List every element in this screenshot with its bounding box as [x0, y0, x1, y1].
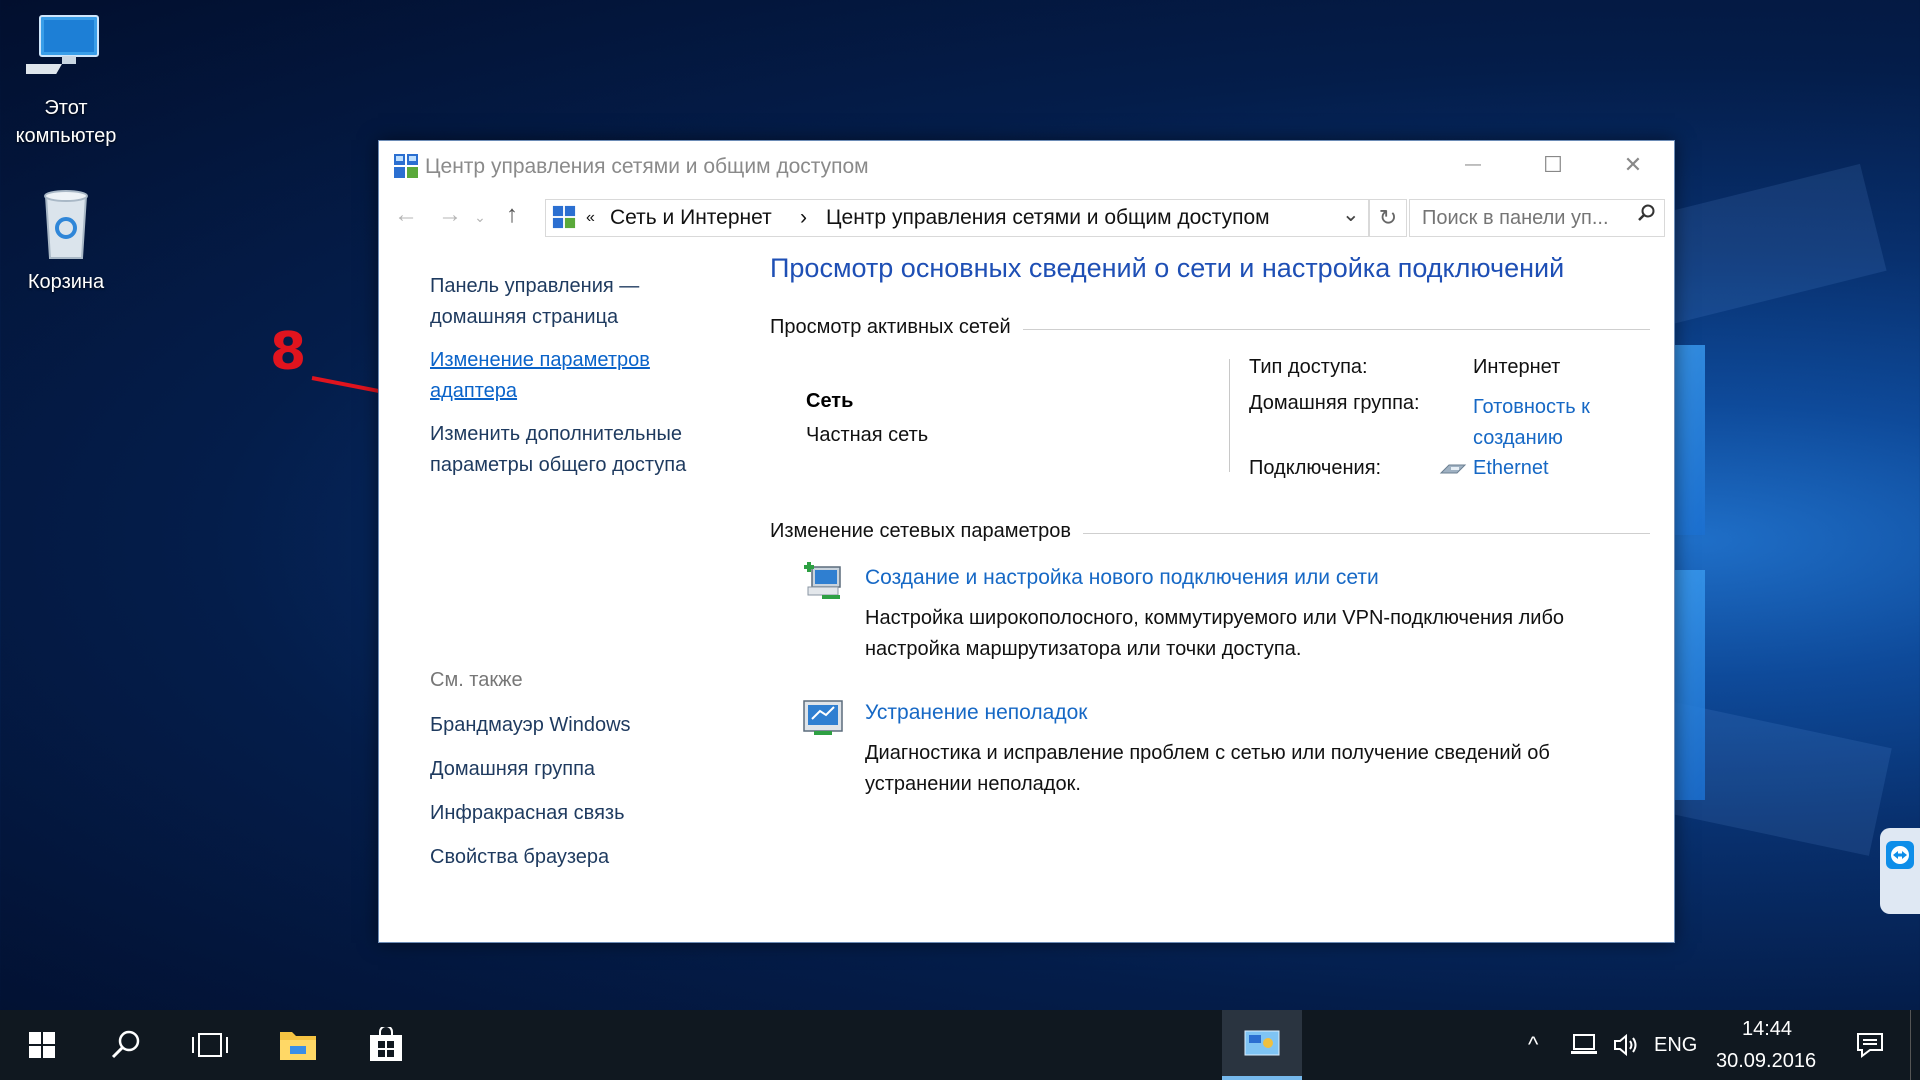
- new-connection-link[interactable]: Создание и настройка нового подключения …: [865, 566, 1379, 590]
- annotation-number: 8: [270, 322, 307, 382]
- link-line: домашняя страница: [430, 306, 619, 328]
- teamviewer-side-tab[interactable]: [1880, 828, 1920, 914]
- breadcrumb-network-center[interactable]: Центр управления сетями и общим доступом: [826, 206, 1270, 230]
- active-networks-heading: Просмотр активных сетей: [770, 316, 1023, 339]
- link-line: Готовность к: [1473, 396, 1590, 418]
- store-button[interactable]: [346, 1010, 426, 1080]
- windows-logo-pane: [1673, 570, 1705, 800]
- new-connection-description: Настройка широкополосного, коммутируемог…: [865, 607, 1565, 660]
- clock-time[interactable]: 14:44: [1742, 1018, 1792, 1041]
- tray-overflow-chevron[interactable]: ^: [1528, 1032, 1538, 1058]
- network-tray-button[interactable]: [1562, 1010, 1606, 1080]
- task-view-button[interactable]: [170, 1010, 250, 1080]
- desktop-icon-label: компьютер: [15, 125, 117, 147]
- breadcrumb-network-internet[interactable]: Сеть и Интернет: [610, 206, 772, 230]
- input-language-indicator[interactable]: ENG: [1654, 1034, 1697, 1057]
- vertical-divider: [1229, 359, 1230, 472]
- search-field[interactable]: [1409, 199, 1665, 237]
- link-line: созданию: [1473, 427, 1563, 449]
- forward-arrow-icon[interactable]: →: [435, 201, 465, 229]
- speaker-icon: [1614, 1033, 1637, 1057]
- desktop-icon-this-pc[interactable]: Этот компьютер: [6, 12, 126, 150]
- ethernet-icon: [1439, 459, 1467, 484]
- search-icon: [111, 1030, 140, 1059]
- teamviewer-icon: [1886, 841, 1914, 869]
- search-button[interactable]: [86, 1010, 166, 1080]
- taskbar: ^ ENG 14:44 30.09.2016: [0, 1010, 1920, 1080]
- clock-date[interactable]: 30.09.2016: [1716, 1050, 1816, 1073]
- desktop-icon-label: Этот: [44, 97, 88, 119]
- recycle-bin-icon: [26, 186, 106, 262]
- windows-start-icon: [29, 1032, 55, 1058]
- homegroup-ready-link[interactable]: Готовность к созданию: [1473, 392, 1590, 454]
- new-connection-icon: [802, 561, 844, 603]
- homegroup-link[interactable]: Домашняя группа: [430, 754, 720, 785]
- back-arrow-icon[interactable]: ←: [391, 201, 421, 229]
- troubleshoot-icon: [802, 697, 844, 739]
- folder-icon: [280, 1032, 316, 1060]
- windows-logo-pane: [1673, 345, 1705, 535]
- advanced-sharing-settings-link[interactable]: Изменить дополнительные параметры общего…: [430, 419, 720, 481]
- page-title: Просмотр основных сведений о сети и наст…: [770, 253, 1565, 283]
- file-explorer-button[interactable]: [258, 1010, 338, 1080]
- link-line: Панель управления —: [430, 275, 640, 297]
- access-type-value: Интернет: [1473, 356, 1561, 378]
- left-navigation-pane: Панель управления — домашняя страница Из…: [430, 271, 720, 885]
- maximize-button[interactable]: ☐: [1513, 141, 1593, 189]
- network-tray-icon: [1571, 1034, 1597, 1054]
- desktop-icon-label: Корзина: [27, 271, 105, 293]
- up-arrow-icon[interactable]: ↑: [497, 201, 527, 229]
- store-icon: [370, 1027, 402, 1061]
- desktop-icon-recycle-bin[interactable]: Корзина: [6, 186, 126, 296]
- window-title: Центр управления сетями и общим доступом: [425, 155, 869, 178]
- network-type: Частная сеть: [806, 424, 929, 446]
- chevron-down-icon[interactable]: ⌄: [1342, 202, 1360, 227]
- address-location-icon: [552, 205, 576, 234]
- firewall-link[interactable]: Брандмауэр Windows: [430, 710, 720, 741]
- troubleshoot-link[interactable]: Устранение неполадок: [865, 701, 1087, 725]
- homegroup-label: Домашняя группа:: [1249, 392, 1420, 414]
- search-icon[interactable]: [1638, 204, 1656, 228]
- network-name: Сеть: [806, 390, 854, 412]
- action-center-button[interactable]: [1840, 1010, 1900, 1080]
- task-view-icon: [192, 1033, 228, 1057]
- control-panel-home-link[interactable]: Панель управления — домашняя страница: [430, 271, 720, 333]
- refresh-button[interactable]: ↻: [1369, 199, 1407, 237]
- recent-dropdown-icon[interactable]: ⌄: [465, 209, 495, 226]
- network-center-window: Центр управления сетями и общим доступом…: [378, 140, 1675, 943]
- search-input[interactable]: [1420, 201, 1630, 235]
- see-also-heading: См. также: [430, 669, 523, 691]
- change-settings-heading: Изменение сетевых параметров: [770, 520, 1083, 543]
- start-button[interactable]: [0, 1010, 84, 1080]
- link-line: адаптера: [430, 380, 518, 402]
- address-bar[interactable]: « Сеть и Интернет › Центр управления сет…: [545, 199, 1369, 237]
- infrared-link[interactable]: Инфракрасная связь: [430, 798, 720, 829]
- title-bar[interactable]: Центр управления сетями и общим доступом…: [379, 141, 1674, 193]
- close-button[interactable]: ✕: [1593, 141, 1673, 189]
- volume-tray-button[interactable]: [1606, 1010, 1646, 1080]
- link-line: параметры общего доступа: [430, 454, 687, 476]
- breadcrumb-overflow[interactable]: «: [586, 209, 595, 227]
- connections-label: Подключения:: [1249, 457, 1382, 479]
- network-center-icon: [393, 153, 419, 179]
- network-center-taskbar-button[interactable]: [1222, 1010, 1302, 1080]
- computer-icon: [10, 12, 106, 88]
- link-line: Изменить дополнительные: [430, 423, 682, 445]
- minimize-button[interactable]: —: [1433, 141, 1513, 189]
- network-center-icon: [1244, 1030, 1280, 1056]
- link-line: Изменение параметров: [430, 349, 650, 371]
- breadcrumb-separator[interactable]: ›: [800, 206, 807, 230]
- notification-icon: [1857, 1033, 1883, 1058]
- browser-properties-link[interactable]: Свойства браузера: [430, 842, 720, 873]
- access-type-label: Тип доступа:: [1249, 356, 1368, 378]
- ethernet-connection-link[interactable]: Ethernet: [1473, 457, 1549, 480]
- troubleshoot-description: Диагностика и исправление проблем с сеть…: [865, 742, 1550, 795]
- show-desktop-button[interactable]: [1910, 1010, 1920, 1080]
- change-adapter-settings-link[interactable]: Изменение параметров адаптера: [430, 345, 720, 407]
